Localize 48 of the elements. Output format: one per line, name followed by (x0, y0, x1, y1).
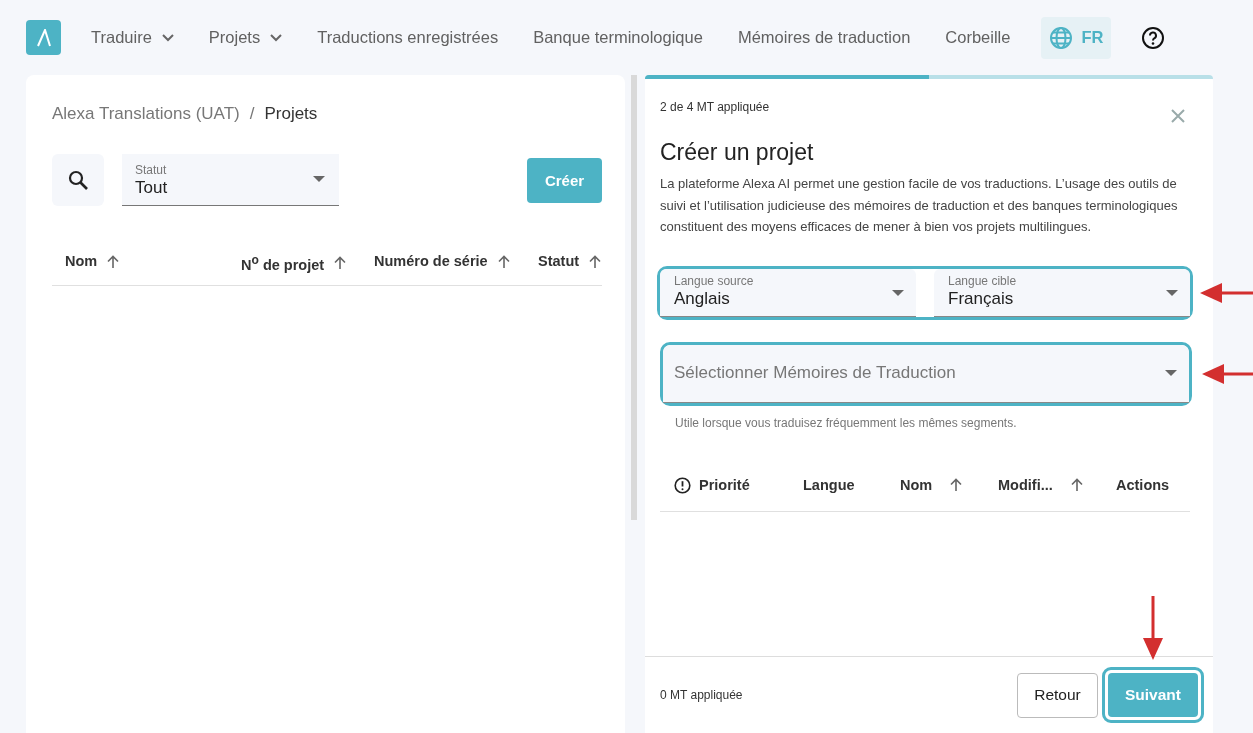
translation-memory-dropdown[interactable]: Sélectionner Mémoires de Traduction (663, 344, 1189, 403)
column-header[interactable]: N$^{o}$ de projet (241, 253, 347, 273)
caret-icon (1166, 289, 1178, 297)
nav-link[interactable]: Projets (208, 28, 283, 47)
column-header[interactable]: Numéro de série (374, 253, 510, 269)
annotation-arrow (1141, 596, 1165, 660)
sort-arrow-icon[interactable] (1070, 478, 1083, 491)
nav-link[interactable]: Traductions enregistrées (317, 28, 499, 47)
sort-arrow-icon[interactable] (589, 254, 602, 268)
column-header[interactable]: Modifi... (998, 476, 1083, 493)
step-indicator: 2 de 4 MT appliquée (660, 100, 770, 114)
chevron-down-icon (161, 33, 174, 42)
search-icon (68, 170, 88, 190)
applied-count: 0 MT appliquée (660, 688, 743, 702)
annotation-arrow (1202, 361, 1253, 386)
column-header[interactable]: Actions (1116, 476, 1170, 493)
caret-icon (892, 289, 904, 297)
nav-link[interactable]: Traduire (91, 28, 174, 47)
sort-arrow-icon[interactable] (334, 256, 347, 270)
nav-link[interactable]: Corbeille (945, 28, 1011, 47)
alert-icon (674, 476, 691, 494)
breadcrumb-current: Projets (264, 104, 318, 124)
panel-title: Créer un projet (660, 139, 814, 166)
target-language-dropdown[interactable]: Langue cible Français (934, 268, 1190, 317)
search-button[interactable] (52, 154, 104, 206)
column-header[interactable]: Nom (65, 253, 120, 269)
helper-text: Utile lorsque vous traduisez fréquemment les mêmes segments. (675, 415, 1017, 430)
help-icon[interactable] (1141, 25, 1166, 50)
nav-link[interactable]: Mémoires de traduction (737, 28, 911, 47)
source-language-dropdown[interactable]: Langue source Anglais (660, 268, 916, 317)
breadcrumb-separator: / (249, 104, 255, 124)
status-dropdown[interactable]: Statut Tout (122, 154, 339, 206)
column-header[interactable]: Statut (538, 253, 602, 269)
chevron-down-icon (270, 33, 283, 42)
annotation-arrow (1200, 280, 1253, 305)
sort-arrow-icon[interactable] (497, 254, 510, 268)
caret-icon (313, 176, 325, 183)
globe-icon (1049, 25, 1074, 50)
breadcrumb-link[interactable]: Alexa Translations (UAT) (52, 104, 240, 124)
sort-arrow-icon[interactable] (950, 478, 963, 491)
sort-arrow-icon[interactable] (107, 254, 120, 268)
column-header[interactable]: Langue (803, 476, 855, 493)
caret-icon (1165, 369, 1177, 377)
column-header[interactable]: Priorité (674, 476, 750, 494)
nav-link[interactable]: Banque terminologique (533, 28, 703, 47)
panel-description: La plateforme Alexa AI permet une gestion facile de vos traductions. L’usage des outils de suivi et l’utilisation judicieuse des mémoires de traduction et des banques terminologiques constituent des moyens efficaces de mener à bien vos projets multilingues. (660, 175, 1179, 236)
back-button[interactable]: Retour (1017, 672, 1098, 718)
column-header[interactable]: Nom (900, 476, 963, 493)
